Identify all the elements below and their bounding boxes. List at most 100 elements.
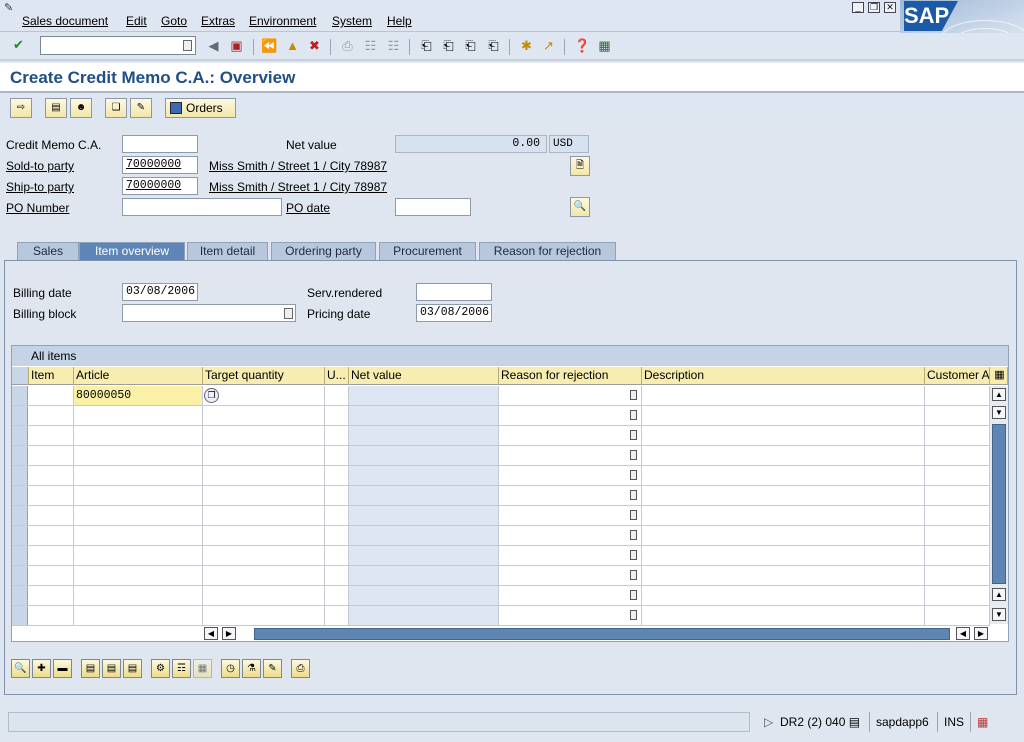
row-selector[interactable]	[12, 546, 28, 565]
reason-dropdown-icon[interactable]	[630, 510, 637, 520]
partner-icon[interactable]: ☻	[70, 98, 92, 118]
cell-description[interactable]	[642, 526, 925, 545]
cell-item[interactable]	[29, 506, 74, 525]
reason-dropdown-icon[interactable]	[630, 390, 637, 400]
cell-article[interactable]	[74, 606, 203, 625]
cell-target-quantity[interactable]	[203, 586, 325, 605]
row-selector[interactable]	[12, 526, 28, 545]
cell-item[interactable]	[29, 426, 74, 445]
billing-block-dropdown-icon[interactable]	[284, 308, 293, 319]
credit-memo-input[interactable]	[122, 135, 198, 153]
cell-unit[interactable]	[325, 506, 349, 525]
cell-reason-for-rejection[interactable]	[499, 566, 642, 585]
column-header-target-quantity[interactable]: Target quantity	[203, 367, 325, 385]
cell-item[interactable]	[29, 566, 74, 585]
serv-rendered-input[interactable]	[416, 283, 492, 301]
cell-customer-article[interactable]	[925, 546, 990, 565]
cell-unit[interactable]	[325, 586, 349, 605]
deselect-all-icon[interactable]: ▤	[123, 659, 142, 678]
create-document-icon[interactable]: 🗎	[570, 156, 590, 176]
cell-unit[interactable]	[325, 526, 349, 545]
cell-article[interactable]	[74, 466, 203, 485]
cell-article[interactable]	[74, 506, 203, 525]
tab-item-detail[interactable]: Item detail	[187, 242, 268, 261]
structure-icon[interactable]: ☶	[172, 659, 191, 678]
cell-description[interactable]	[642, 546, 925, 565]
document-flow-icon[interactable]: ⇨	[10, 98, 32, 118]
orders-button[interactable]: Orders	[165, 98, 236, 118]
cell-target-quantity[interactable]	[203, 566, 325, 585]
tab-procurement[interactable]: Procurement	[379, 242, 476, 261]
menu-system[interactable]: System	[332, 14, 372, 28]
cell-reason-for-rejection[interactable]	[499, 466, 642, 485]
display-document-icon[interactable]: ❏	[105, 98, 127, 118]
cell-description[interactable]	[642, 566, 925, 585]
row-selector[interactable]	[12, 426, 28, 445]
cell-target-quantity[interactable]	[203, 406, 325, 425]
cell-customer-article[interactable]	[925, 486, 990, 505]
print-list-icon[interactable]: ⎙	[291, 659, 310, 678]
cell-unit[interactable]	[325, 546, 349, 565]
cell-customer-article[interactable]	[925, 426, 990, 445]
cell-article[interactable]	[74, 526, 203, 545]
cell-item[interactable]	[29, 546, 74, 565]
cell-customer-article[interactable]	[925, 506, 990, 525]
cell-reason-for-rejection[interactable]	[499, 426, 642, 445]
cell-target-quantity[interactable]	[203, 486, 325, 505]
pricing-date-input[interactable]: 03/08/2006	[416, 304, 492, 322]
cell-target-quantity[interactable]	[203, 426, 325, 445]
previous-page-icon[interactable]: ⎗	[440, 38, 457, 55]
cell-customer-article[interactable]	[925, 586, 990, 605]
cell-item[interactable]	[29, 386, 74, 405]
cell-article[interactable]	[74, 446, 203, 465]
cell-unit[interactable]	[325, 426, 349, 445]
cell-item[interactable]	[29, 526, 74, 545]
enter-check-icon[interactable]: ✔	[10, 37, 27, 54]
select-all-icon[interactable]: ▤	[81, 659, 100, 678]
save-icon[interactable]: ▣	[228, 38, 245, 55]
cell-article[interactable]	[74, 586, 203, 605]
configuration-icon[interactable]: ⚙	[151, 659, 170, 678]
find-next-icon[interactable]: ☷	[385, 38, 402, 55]
sold-to-party-label[interactable]: Sold-to party	[6, 159, 74, 173]
cell-description[interactable]	[642, 466, 925, 485]
cell-customer-article[interactable]	[925, 466, 990, 485]
horizontal-scroll-thumb[interactable]	[254, 628, 950, 640]
close-icon[interactable]: ✕	[884, 2, 896, 13]
cell-item[interactable]	[29, 586, 74, 605]
cell-description[interactable]	[642, 426, 925, 445]
create-session-icon[interactable]: ✱	[518, 38, 535, 55]
menu-sales-document[interactable]: Sales document	[22, 14, 108, 28]
reason-dropdown-icon[interactable]	[630, 470, 637, 480]
column-header-item[interactable]: Item	[29, 367, 74, 385]
tab-reason-for-rejection[interactable]: Reason for rejection	[479, 242, 616, 261]
change-document-icon[interactable]: ✎	[130, 98, 152, 118]
minimize-icon[interactable]: _	[852, 2, 864, 13]
tab-sales[interactable]: Sales	[17, 242, 79, 261]
item-details-icon[interactable]: 🔍	[11, 659, 30, 678]
cell-description[interactable]	[642, 446, 925, 465]
column-header-article[interactable]: Article	[74, 367, 203, 385]
quantity-help-icon[interactable]: ❐	[204, 388, 219, 403]
next-page-icon[interactable]: ⎗	[462, 38, 479, 55]
cell-reason-for-rejection[interactable]	[499, 446, 642, 465]
menu-goto[interactable]: Goto	[161, 14, 187, 28]
collapse-arrow-icon[interactable]: ◀	[205, 38, 222, 55]
reason-dropdown-icon[interactable]	[630, 550, 637, 560]
cell-customer-article[interactable]	[925, 446, 990, 465]
last-page-icon[interactable]: ⎗	[485, 38, 502, 55]
po-number-input[interactable]	[122, 198, 282, 216]
cell-description[interactable]	[642, 506, 925, 525]
delete-row-icon[interactable]: ▬	[53, 659, 72, 678]
layout-menu-icon[interactable]: ▦	[596, 38, 613, 55]
command-history-icon[interactable]	[183, 40, 192, 51]
table-settings-icon[interactable]: ▦	[990, 367, 1008, 385]
billing-block-select[interactable]	[122, 304, 296, 322]
cell-item[interactable]	[29, 466, 74, 485]
cell-item[interactable]	[29, 606, 74, 625]
billing-date-input[interactable]: 03/08/2006	[122, 283, 198, 301]
header-details-icon[interactable]: ▤	[45, 98, 67, 118]
row-selector[interactable]	[12, 566, 28, 585]
ship-to-party-input[interactable]: 70000000	[122, 177, 198, 195]
reason-dropdown-icon[interactable]	[630, 450, 637, 460]
